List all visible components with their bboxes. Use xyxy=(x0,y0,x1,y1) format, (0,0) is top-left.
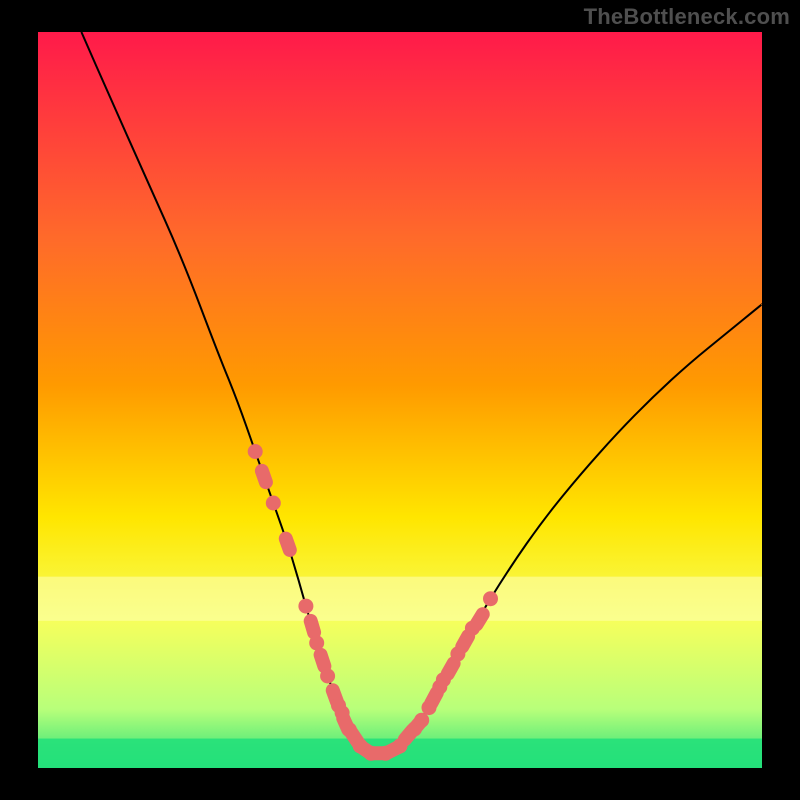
bottleneck-chart xyxy=(0,0,800,800)
marker-dot xyxy=(266,496,281,511)
marker-dot xyxy=(483,591,498,606)
marker-dot xyxy=(414,713,429,728)
marker-dot xyxy=(248,444,263,459)
pale-yellow-band xyxy=(38,577,762,621)
chart-stage: TheBottleneck.com xyxy=(0,0,800,800)
marker-dot xyxy=(320,669,335,684)
plot-background xyxy=(38,32,762,768)
watermark-text: TheBottleneck.com xyxy=(584,4,790,30)
marker-dot xyxy=(298,599,313,614)
